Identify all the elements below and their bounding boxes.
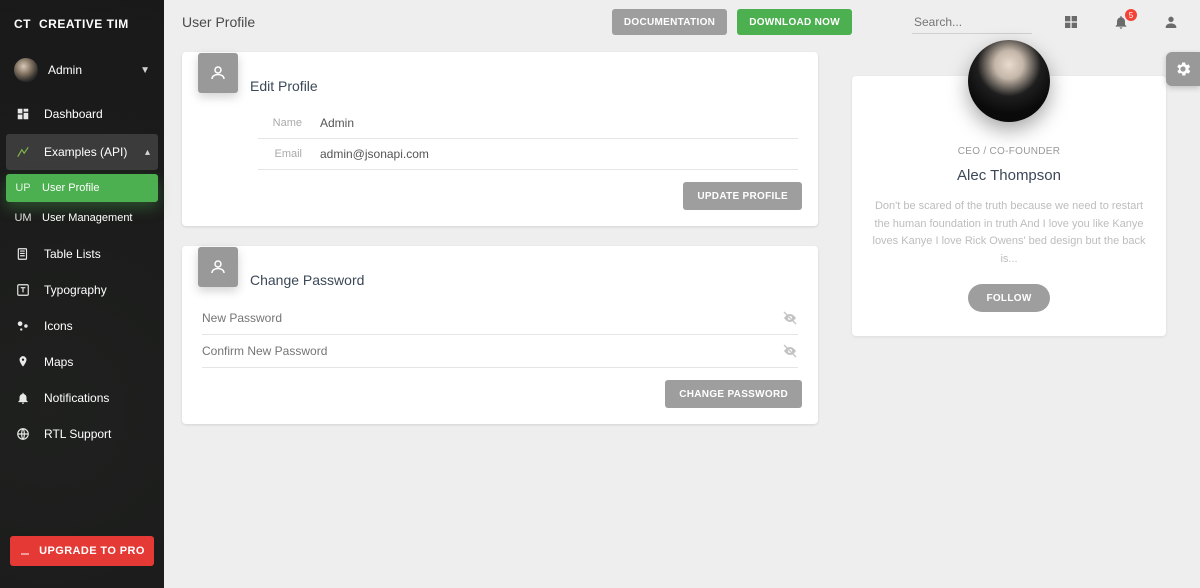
sidebar-nav-2: Table Lists Typography Icons Maps Notifi… bbox=[0, 236, 164, 452]
sidebar-item-label: Typography bbox=[44, 283, 107, 297]
visibility-off-icon[interactable] bbox=[782, 310, 798, 326]
sidebar-item-typography[interactable]: Typography bbox=[0, 272, 164, 308]
confirm-password-input[interactable] bbox=[202, 344, 782, 358]
sidebar-subitem-abbr: UM bbox=[14, 212, 32, 224]
new-password-input[interactable] bbox=[202, 311, 782, 325]
change-password-button[interactable]: CHANGE PASSWORD bbox=[665, 380, 802, 408]
sidebar-nav: Dashboard Examples (API) ▴ bbox=[0, 96, 164, 172]
sidebar-subitem-user-management[interactable]: UM User Management bbox=[0, 204, 164, 232]
sidebar-subnav: UP User Profile UM User Management bbox=[0, 172, 164, 232]
notifications-button[interactable]: 5 bbox=[1110, 14, 1132, 30]
notification-badge: 5 bbox=[1125, 9, 1137, 21]
new-password-row bbox=[202, 302, 798, 335]
sidebar-subitem-user-profile[interactable]: UP User Profile bbox=[6, 174, 158, 202]
download-icon bbox=[19, 545, 31, 557]
sidebar-subitem-abbr: UP bbox=[14, 182, 32, 194]
profile-card: CEO / CO-FOUNDER Alec Thompson Don't be … bbox=[852, 76, 1166, 336]
sidebar-item-examples[interactable]: Examples (API) ▴ bbox=[6, 134, 158, 170]
sidebar-subitem-label: User Profile bbox=[42, 182, 99, 194]
edit-profile-title: Edit Profile bbox=[250, 78, 318, 94]
edit-profile-card: Edit Profile Name Email UPDATE PROFILE bbox=[182, 52, 818, 226]
name-row: Name bbox=[258, 108, 798, 139]
sidebar-item-label: Dashboard bbox=[44, 107, 103, 121]
download-button[interactable]: DOWNLOAD NOW bbox=[737, 9, 852, 35]
account-icon[interactable] bbox=[1160, 14, 1182, 30]
dashboard-icon bbox=[14, 107, 32, 121]
sidebar-item-icons[interactable]: Icons bbox=[0, 308, 164, 344]
typography-icon bbox=[14, 283, 32, 297]
follow-button[interactable]: FOLLOW bbox=[968, 284, 1049, 312]
sidebar: CT CREATIVE TIM Admin ▼ Dashboard Exampl… bbox=[0, 0, 164, 588]
change-password-card: Change Password CHANGE PASSWORD bbox=[182, 246, 818, 424]
change-password-title: Change Password bbox=[250, 272, 364, 288]
sidebar-item-dashboard[interactable]: Dashboard bbox=[0, 96, 164, 132]
visibility-off-icon[interactable] bbox=[782, 343, 798, 359]
sidebar-user-toggle[interactable]: Admin ▼ bbox=[0, 48, 164, 92]
person-icon bbox=[198, 53, 238, 93]
sidebar-item-notifications[interactable]: Notifications bbox=[0, 380, 164, 416]
name-label: Name bbox=[258, 117, 302, 129]
sidebar-subitem-label: User Management bbox=[42, 212, 133, 224]
page-title: User Profile bbox=[182, 14, 602, 30]
chevron-down-icon: ▼ bbox=[140, 65, 150, 76]
upgrade-button[interactable]: UPGRADE TO PRO bbox=[10, 536, 154, 566]
profile-role: CEO / CO-FOUNDER bbox=[872, 146, 1146, 157]
update-profile-button[interactable]: UPDATE PROFILE bbox=[683, 182, 802, 210]
sidebar-item-label: Table Lists bbox=[44, 247, 101, 261]
confirm-password-row bbox=[202, 335, 798, 368]
sidebar-item-label: RTL Support bbox=[44, 427, 111, 441]
globe-icon bbox=[14, 427, 32, 441]
topbar: User Profile DOCUMENTATION DOWNLOAD NOW … bbox=[164, 0, 1200, 44]
profile-bio: Don't be scared of the truth because we … bbox=[872, 198, 1146, 268]
email-row: Email bbox=[258, 139, 798, 170]
logo-text: CREATIVE TIM bbox=[39, 17, 129, 31]
chevron-up-icon: ▴ bbox=[145, 147, 150, 158]
profile-name: Alec Thompson bbox=[872, 167, 1146, 184]
table-icon bbox=[14, 247, 32, 261]
upgrade-label: UPGRADE TO PRO bbox=[39, 545, 145, 557]
sidebar-item-rtl[interactable]: RTL Support bbox=[0, 416, 164, 452]
logo-abbr: CT bbox=[14, 17, 31, 31]
sidebar-item-table-lists[interactable]: Table Lists bbox=[0, 236, 164, 272]
person-icon bbox=[198, 247, 238, 287]
logo[interactable]: CT CREATIVE TIM bbox=[0, 0, 164, 48]
search-input[interactable] bbox=[912, 11, 1032, 34]
name-input[interactable] bbox=[320, 116, 798, 130]
avatar bbox=[14, 58, 38, 82]
sidebar-user-label: Admin bbox=[48, 63, 130, 77]
pin-icon bbox=[14, 355, 32, 369]
sidebar-item-maps[interactable]: Maps bbox=[0, 344, 164, 380]
apps-icon[interactable] bbox=[1060, 14, 1082, 30]
email-label: Email bbox=[258, 148, 302, 160]
main: User Profile DOCUMENTATION DOWNLOAD NOW … bbox=[164, 0, 1200, 588]
sidebar-item-label: Notifications bbox=[44, 391, 109, 405]
gear-icon bbox=[1174, 60, 1192, 78]
settings-button[interactable] bbox=[1166, 52, 1200, 86]
sidebar-item-label: Icons bbox=[44, 319, 73, 333]
sidebar-item-label: Examples (API) bbox=[44, 145, 133, 159]
examples-icon bbox=[14, 145, 32, 159]
documentation-button[interactable]: DOCUMENTATION bbox=[612, 9, 727, 35]
avatar bbox=[968, 40, 1050, 122]
content: Edit Profile Name Email UPDATE PROFILE bbox=[164, 44, 1200, 444]
bell-icon bbox=[14, 391, 32, 405]
email-input[interactable] bbox=[320, 147, 798, 161]
bubble-icon bbox=[14, 319, 32, 333]
sidebar-item-label: Maps bbox=[44, 355, 73, 369]
